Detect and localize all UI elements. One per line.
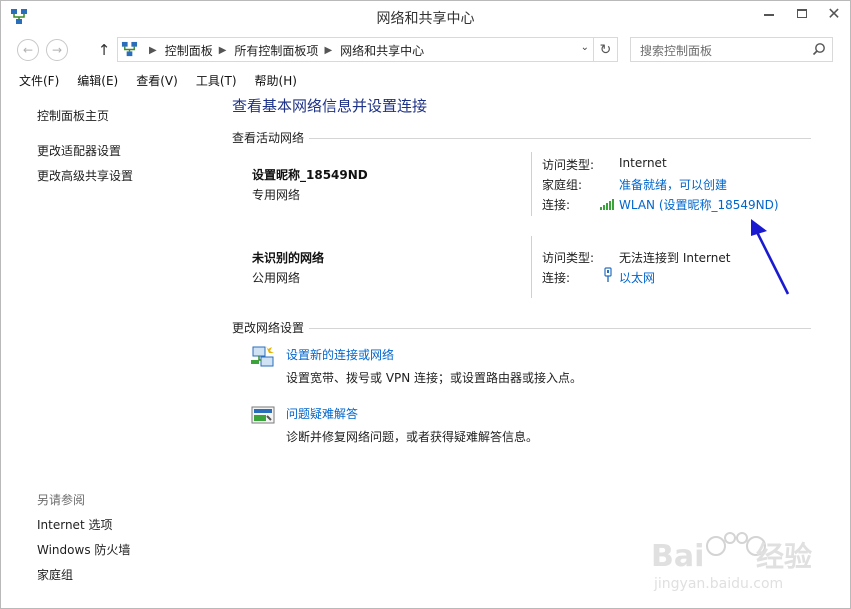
refresh-icon: ↻ [599, 41, 612, 58]
access-type-label: 访问类型: [542, 251, 595, 265]
minimize-button[interactable] [752, 1, 785, 25]
network-location-icon [121, 41, 138, 57]
network-name: 未识别的网络 [252, 251, 325, 265]
setup-new-connection-link[interactable]: 设置新的连接或网络 [286, 346, 394, 363]
sidebar-link-homegroup[interactable]: 家庭组 [37, 566, 73, 583]
watermark-logo: Bai 经验 jingyan.baidu.com [651, 532, 812, 592]
menu-view[interactable]: 查看(V) [127, 69, 187, 91]
maximize-button[interactable] [785, 1, 818, 25]
sidebar-link-advanced-sharing[interactable]: 更改高级共享设置 [37, 167, 133, 184]
breadcrumb: ▶ 控制面板 ▶ 所有控制面板项 ▶ 网络和共享中心 [143, 42, 424, 59]
change-settings-heading: 更改网络设置 [232, 321, 305, 335]
network-name: 设置昵称_18549ND [252, 168, 368, 182]
search-input[interactable]: 搜索控制面板 [630, 37, 833, 62]
breadcrumb-separator-icon[interactable]: ▶ [149, 45, 157, 56]
wlan-connection-link[interactable]: WLAN (设置昵称_18549ND) [619, 196, 779, 213]
section-divider [309, 138, 811, 139]
forward-button[interactable]: → [46, 39, 68, 61]
close-icon: ✕ [827, 3, 841, 23]
ethernet-icon [604, 267, 612, 282]
task-description: 设置宽带、拨号或 VPN 连接；或设置路由器或接入点。 [286, 371, 583, 385]
up-arrow-icon: ↑ [97, 41, 111, 59]
vertical-divider [531, 236, 532, 298]
breadcrumb-all-items[interactable]: 所有控制面板项 [234, 42, 318, 59]
search-icon[interactable] [812, 42, 826, 56]
search-placeholder: 搜索控制面板 [640, 44, 713, 58]
homegroup-label: 家庭组: [542, 178, 583, 192]
wifi-signal-icon [600, 199, 614, 210]
troubleshoot-icon [251, 406, 275, 424]
access-type-value: Internet [619, 156, 667, 170]
menu-bar: 文件(F) 编辑(E) 查看(V) 工具(T) 帮助(H) [1, 69, 850, 91]
connection-label: 连接: [542, 198, 571, 212]
back-button[interactable]: ← [17, 39, 39, 61]
network-category: 专用网络 [252, 188, 301, 202]
forward-arrow-icon: → [51, 43, 63, 57]
sidebar-link-windows-firewall[interactable]: Windows 防火墙 [37, 541, 130, 558]
network-sharing-center-window: 网络和共享中心 ✕ ← → ↑ ▶ 控制面板 ▶ 所有控制面板项 ▶ 网络和共享… [0, 0, 851, 609]
refresh-button[interactable]: ↻ [594, 37, 618, 62]
new-connection-icon [251, 346, 274, 367]
breadcrumb-separator-icon[interactable]: ▶ [324, 45, 332, 56]
breadcrumb-separator-icon[interactable]: ▶ [219, 45, 227, 56]
active-networks-heading: 查看活动网络 [232, 131, 305, 145]
back-arrow-icon: ← [22, 43, 34, 57]
breadcrumb-control-panel[interactable]: 控制面板 [165, 42, 213, 59]
window-title: 网络和共享中心 [376, 11, 475, 27]
sidebar-link-adapter-settings[interactable]: 更改适配器设置 [37, 142, 121, 159]
access-type-label: 访问类型: [542, 158, 595, 172]
menu-file[interactable]: 文件(F) [1, 69, 68, 91]
sidebar-link-control-panel-home[interactable]: 控制面板主页 [37, 107, 109, 124]
menu-help[interactable]: 帮助(H) [246, 69, 306, 91]
connection-label: 连接: [542, 271, 571, 285]
maximize-icon [796, 8, 807, 18]
annotation-arrow [751, 219, 790, 295]
breadcrumb-network-center[interactable]: 网络和共享中心 [340, 42, 424, 59]
address-dropdown-icon[interactable]: ⌄ [581, 42, 589, 53]
access-type-value: 无法连接到 Internet [619, 251, 731, 265]
homegroup-link[interactable]: 准备就绪，可以创建 [619, 176, 727, 193]
menu-tools[interactable]: 工具(T) [187, 69, 246, 91]
minimize-icon [763, 14, 774, 16]
svg-text:jingyan.baidu.com: jingyan.baidu.com [653, 576, 783, 592]
see-also-heading: 另请参阅 [37, 493, 86, 507]
title-bar: 网络和共享中心 ✕ [1, 1, 850, 32]
svg-text:Bai: Bai [651, 539, 704, 574]
sidebar-link-internet-options[interactable]: Internet 选项 [37, 516, 112, 533]
page-title: 查看基本网络信息并设置连接 [232, 97, 428, 115]
left-pane: 控制面板主页 更改适配器设置 更改高级共享设置 另请参阅 Internet 选项… [1, 92, 213, 602]
section-divider [309, 328, 811, 329]
troubleshoot-problems-link[interactable]: 问题疑难解答 [286, 405, 358, 422]
vertical-divider [531, 152, 532, 216]
ethernet-connection-link[interactable]: 以太网 [619, 269, 655, 286]
svg-text:经验: 经验 [756, 540, 812, 573]
close-button[interactable]: ✕ [818, 1, 850, 25]
task-description: 诊断并修复网络问题，或者获得疑难解答信息。 [286, 430, 539, 444]
address-bar[interactable]: ▶ 控制面板 ▶ 所有控制面板项 ▶ 网络和共享中心 ⌄ [117, 37, 594, 62]
navigation-row: ← → ↑ ▶ 控制面板 ▶ 所有控制面板项 ▶ 网络和共享中心 ⌄ ↻ 搜索控… [1, 35, 850, 65]
network-category: 公用网络 [252, 271, 301, 285]
menu-edit[interactable]: 编辑(E) [68, 69, 127, 91]
up-button[interactable]: ↑ [94, 39, 114, 61]
